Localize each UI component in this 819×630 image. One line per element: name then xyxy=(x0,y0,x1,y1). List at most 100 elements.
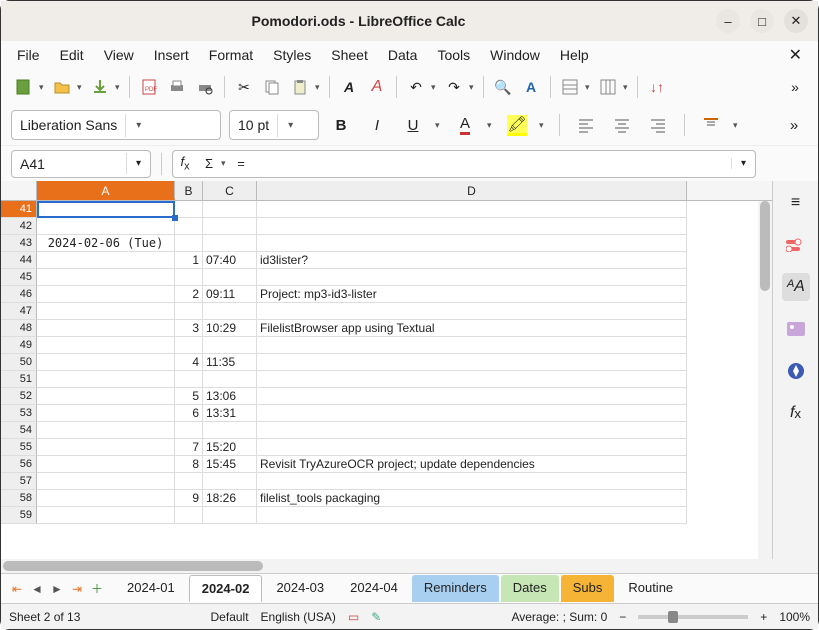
cell[interactable]: 7 xyxy=(175,439,203,456)
cell[interactable] xyxy=(203,201,257,218)
zoom-knob[interactable] xyxy=(668,611,678,623)
toolbar-overflow-icon[interactable]: » xyxy=(782,74,808,100)
colhead-D[interactable]: D xyxy=(257,181,687,200)
sheet-tab[interactable]: Routine xyxy=(616,575,685,602)
row-header[interactable]: 41 xyxy=(1,201,37,218)
cell[interactable] xyxy=(203,371,257,388)
undo-dropdown-icon[interactable]: ▾ xyxy=(431,82,439,93)
cell[interactable]: Project: mp3-id3-lister xyxy=(257,286,687,303)
column-icon[interactable] xyxy=(595,74,621,100)
cell[interactable]: filelist_tools packaging xyxy=(257,490,687,507)
cell[interactable] xyxy=(175,507,203,524)
horizontal-scrollbar[interactable] xyxy=(1,559,818,573)
sum-dropdown-icon[interactable]: ▾ xyxy=(221,158,229,169)
pdf-icon[interactable]: PDF xyxy=(136,74,162,100)
cell[interactable] xyxy=(257,422,687,439)
row-icon[interactable] xyxy=(557,74,583,100)
clone-formatting-icon[interactable]: A xyxy=(364,74,390,100)
menu-view[interactable]: View xyxy=(96,43,142,67)
vertical-scrollbar[interactable] xyxy=(758,201,772,559)
sheet-tab[interactable]: 2024-03 xyxy=(264,575,336,602)
cell[interactable] xyxy=(257,473,687,490)
chevron-down-icon[interactable]: ▾ xyxy=(126,153,150,174)
add-sheet-icon[interactable]: ＋ xyxy=(87,580,107,597)
zoom-in-icon[interactable]: + xyxy=(760,610,767,624)
minimize-button[interactable]: ‒ xyxy=(716,9,740,33)
font-name-combo[interactable]: Liberation Sans ▾ xyxy=(11,110,221,140)
row-header[interactable]: 42 xyxy=(1,218,37,235)
underline-dropdown-icon[interactable]: ▾ xyxy=(435,120,443,131)
function-wizard-icon[interactable]: fx xyxy=(173,154,197,173)
align-v-dropdown-icon[interactable]: ▾ xyxy=(733,120,741,131)
sheet-tab[interactable]: Dates xyxy=(501,575,559,602)
cell[interactable] xyxy=(203,507,257,524)
cell[interactable] xyxy=(257,354,687,371)
cell[interactable] xyxy=(175,473,203,490)
new-icon[interactable] xyxy=(11,74,37,100)
menu-format[interactable]: Format xyxy=(201,43,261,67)
highlight-dropdown-icon[interactable]: ▾ xyxy=(539,120,547,131)
align-center-button[interactable] xyxy=(608,111,636,139)
colhead-C[interactable]: C xyxy=(203,181,257,200)
cell[interactable]: 1 xyxy=(175,252,203,269)
sum-icon[interactable]: Σ xyxy=(197,156,221,171)
menu-help[interactable]: Help xyxy=(552,43,597,67)
cell[interactable] xyxy=(37,439,175,456)
row-header[interactable]: 57 xyxy=(1,473,37,490)
cell[interactable]: 15:20 xyxy=(203,439,257,456)
cell[interactable] xyxy=(37,388,175,405)
cell[interactable] xyxy=(175,422,203,439)
cell[interactable] xyxy=(37,354,175,371)
cell[interactable] xyxy=(37,405,175,422)
row-header[interactable]: 46 xyxy=(1,286,37,303)
cell[interactable] xyxy=(257,405,687,422)
cell[interactable] xyxy=(203,269,257,286)
row-header[interactable]: 47 xyxy=(1,303,37,320)
row-header[interactable]: 56 xyxy=(1,456,37,473)
close-window-button[interactable]: ✕ xyxy=(784,9,808,33)
cell[interactable] xyxy=(175,269,203,286)
menu-data[interactable]: Data xyxy=(380,43,426,67)
cell[interactable]: 9 xyxy=(175,490,203,507)
sheet-tab[interactable]: 2024-02 xyxy=(189,575,263,602)
clear-formatting-icon[interactable]: A xyxy=(336,74,362,100)
paste-icon[interactable] xyxy=(287,74,313,100)
sort-icon[interactable]: ↓↑ xyxy=(644,74,670,100)
cell[interactable] xyxy=(37,252,175,269)
cell[interactable] xyxy=(37,218,175,235)
cell[interactable] xyxy=(37,286,175,303)
row-dropdown-icon[interactable]: ▾ xyxy=(585,82,593,93)
row-header[interactable]: 52 xyxy=(1,388,37,405)
cell[interactable]: 07:40 xyxy=(203,252,257,269)
align-right-button[interactable] xyxy=(644,111,672,139)
cell[interactable] xyxy=(37,303,175,320)
align-top-button[interactable] xyxy=(697,111,725,139)
cell[interactable] xyxy=(37,456,175,473)
name-box[interactable]: A41 ▾ xyxy=(11,150,151,178)
cell[interactable] xyxy=(203,337,257,354)
cell[interactable] xyxy=(257,439,687,456)
save-dropdown-icon[interactable]: ▾ xyxy=(115,82,123,93)
cell[interactable] xyxy=(203,473,257,490)
cell[interactable] xyxy=(175,235,203,252)
formatbar-overflow-icon[interactable]: » xyxy=(780,111,808,139)
menu-styles[interactable]: Styles xyxy=(265,43,319,67)
redo-dropdown-icon[interactable]: ▾ xyxy=(469,82,477,93)
cell[interactable] xyxy=(257,218,687,235)
colhead-B[interactable]: B xyxy=(175,181,203,200)
open-dropdown-icon[interactable]: ▾ xyxy=(77,82,85,93)
sheet-tab[interactable]: Reminders xyxy=(412,575,499,602)
italic-button[interactable]: I xyxy=(363,111,391,139)
menu-edit[interactable]: Edit xyxy=(52,43,92,67)
cell[interactable]: 09:11 xyxy=(203,286,257,303)
cell[interactable] xyxy=(257,201,687,218)
sidebar-menu-icon[interactable]: ≡ xyxy=(782,189,810,217)
last-sheet-icon[interactable]: ⇥ xyxy=(67,582,87,596)
cell[interactable] xyxy=(175,201,203,218)
cell[interactable]: 18:26 xyxy=(203,490,257,507)
cell[interactable] xyxy=(203,422,257,439)
status-style[interactable]: Default xyxy=(211,610,249,624)
cell[interactable] xyxy=(257,507,687,524)
row-header[interactable]: 44 xyxy=(1,252,37,269)
cell[interactable]: Revisit TryAzureOCR project; update depe… xyxy=(257,456,687,473)
